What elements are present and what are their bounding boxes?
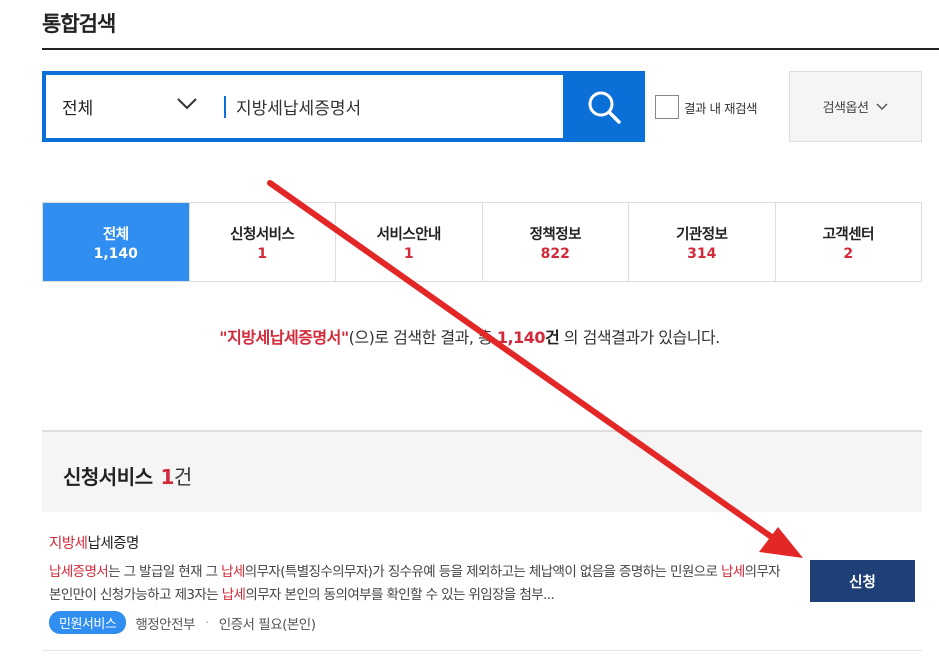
result-desc-text: 의무자(특별징수의무자)가 징수유예 등을 제외하고는 체납액이 없음을 증명하…	[244, 564, 721, 580]
search-within-checkbox[interactable]	[655, 95, 679, 119]
result-agency: 행정안전부	[135, 616, 195, 633]
summary-unit: 건	[544, 328, 560, 347]
tab-label: 고객센터	[822, 226, 875, 243]
result-desc-text: 는 그 발급일 현재 그	[108, 564, 222, 580]
tab-apply-service[interactable]: 신청서비스 1	[189, 203, 336, 281]
summary-keyword: "지방세납세증명서"	[219, 328, 349, 347]
result-title-link[interactable]: 지방세납세증명	[49, 532, 139, 553]
tab-count: 1,140	[93, 245, 138, 262]
tab-agency-info[interactable]: 기관정보 314	[629, 203, 776, 281]
search-scope-select[interactable]: 전체	[46, 75, 224, 138]
search-summary: "지방세납세증명서"(으)로 검색한 결과, 총 1,140건 의 검색결과가 …	[0, 324, 939, 348]
search-within-label[interactable]: 결과 내 재검색	[684, 98, 757, 117]
tab-count: 822	[540, 245, 570, 262]
result-desc-text: 의무자 본인의 동의여부를 확인할 수 있는 위임장을 첨부...	[245, 587, 555, 603]
section-title-label: 신청서비스	[63, 465, 153, 489]
result-desc-highlight: 납세	[721, 564, 745, 580]
summary-count: 1,140	[496, 328, 546, 347]
summary-text: 의 검색결과가 있습니다.	[559, 328, 720, 347]
title-divider	[42, 48, 939, 50]
tab-policy-info[interactable]: 정책정보 822	[482, 203, 629, 281]
tab-label: 전체	[102, 226, 129, 243]
search-bar: 전체	[42, 71, 645, 142]
tab-label: 신청서비스	[230, 226, 295, 243]
result-divider	[42, 650, 922, 651]
tab-label: 정책정보	[529, 226, 582, 243]
search-options-label: 검색옵션	[822, 101, 869, 116]
result-desc-highlight: 납세	[221, 564, 245, 580]
tab-all[interactable]: 전체 1,140	[43, 203, 190, 281]
search-divider	[224, 96, 226, 118]
apply-button[interactable]: 신청	[810, 560, 915, 602]
tab-customer-center[interactable]: 고객센터 2	[775, 203, 921, 281]
section-unit: 건	[173, 465, 192, 489]
result-description: 납세증명서는 그 발급일 현재 그 납세의무자(특별징수의무자)가 징수유예 등…	[49, 561, 784, 607]
meta-separator: ·	[204, 614, 209, 631]
section-header: 신청서비스 1건	[42, 430, 922, 512]
category-badge: 민원서비스	[49, 611, 127, 634]
section-title: 신청서비스 1건	[63, 461, 192, 490]
result-cert-requirement: 인증서 필요(본인)	[218, 616, 316, 633]
result-title-highlight: 지방세	[49, 536, 88, 552]
tab-label: 기관정보	[676, 226, 728, 243]
page-title: 통합검색	[42, 12, 116, 36]
section-count: 1	[160, 465, 175, 489]
search-scope-value: 전체	[62, 99, 94, 119]
result-desc-highlight: 납세	[221, 587, 246, 603]
tab-count: 1	[403, 245, 414, 262]
tab-service-guide[interactable]: 서비스안내 1	[336, 203, 483, 281]
search-icon	[588, 91, 621, 124]
search-button[interactable]	[563, 71, 645, 142]
category-tabs: 전체 1,140 신청서비스 1 서비스안내 1 정책정보 822 기관정보 3…	[42, 202, 922, 282]
summary-text: (으)로 검색한 결과, 총	[348, 328, 497, 347]
result-meta: 민원서비스 행정안전부 · 인증서 필요(본인)	[49, 611, 316, 634]
result-desc-highlight: 납세증명서	[49, 564, 109, 580]
tab-count: 1	[257, 245, 268, 262]
tab-count: 2	[843, 245, 854, 262]
tab-count: 314	[687, 245, 717, 262]
search-options-button[interactable]: 검색옵션	[789, 71, 922, 142]
tab-label: 서비스안내	[376, 226, 442, 243]
search-input[interactable]	[236, 75, 556, 138]
chevron-down-icon	[177, 98, 197, 110]
result-title-text: 납세증명	[87, 536, 140, 552]
chevron-down-icon	[876, 102, 888, 110]
